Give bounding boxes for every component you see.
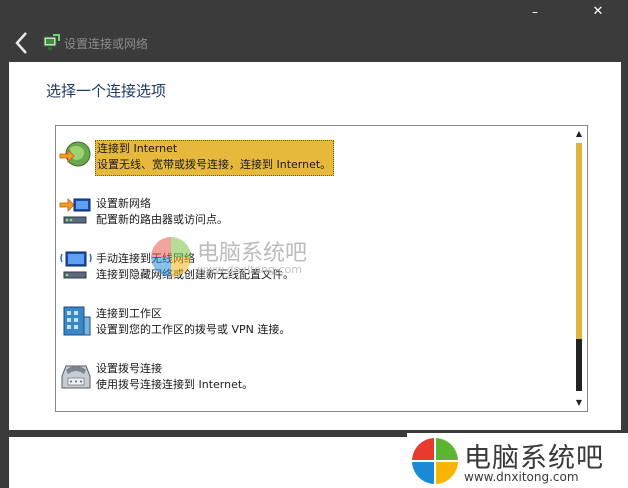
scroll-thumb[interactable]: [576, 143, 582, 339]
window-title: 设置连接或网络: [64, 37, 149, 51]
option-connect-internet[interactable]: 连接到 Internet 设置无线、宽带或拨号连接，连接到 Internet。: [58, 138, 568, 188]
network-setup-icon: [43, 34, 60, 50]
option-description: 设置无线、宽带或拨号连接，连接到 Internet。: [97, 158, 332, 171]
option-text: 连接到工作区 设置到您的工作区的拨号或 VPN 连接。: [96, 306, 290, 338]
title-bar: – ✕ 设置连接或网络: [0, 0, 628, 62]
option-description: 配置新的路由器或访问点。: [96, 213, 228, 226]
scroll-up-arrow-icon[interactable]: ▲: [572, 127, 586, 141]
option-title: 连接到工作区: [96, 307, 162, 320]
wizard-content: 选择一个连接选项 连接到 Internet 设置无线、宽带或拨号连接，连接到 I…: [9, 62, 621, 430]
back-arrow-icon[interactable]: [12, 30, 32, 56]
option-text: 设置新网络 配置新的路由器或访问点。: [96, 196, 228, 228]
option-description: 使用拨号连接连接到 Internet。: [96, 378, 254, 391]
scroll-down-arrow-icon[interactable]: ▼: [572, 396, 586, 410]
watermark-url: www.dnxitong.com: [197, 263, 302, 276]
dialup-modem-icon: [61, 365, 91, 389]
minimize-button[interactable]: –: [523, 4, 547, 20]
workplace-icon: [63, 306, 91, 336]
windows-logo-icon: [412, 438, 458, 484]
watermark-corner: 电脑系统吧 www.dnxitong.com: [407, 433, 628, 488]
option-connect-workplace[interactable]: 连接到工作区 设置到您的工作区的拨号或 VPN 连接。: [58, 303, 568, 353]
new-network-icon: [59, 198, 91, 224]
scroll-track[interactable]: [576, 339, 582, 391]
watermark-url: www.dnxitong.com: [464, 470, 579, 484]
option-description: 设置到您的工作区的拨号或 VPN 连接。: [96, 323, 291, 336]
vertical-scrollbar[interactable]: ▲ ▼: [572, 127, 586, 410]
option-title: 设置新网络: [96, 197, 151, 210]
page-heading: 选择一个连接选项: [46, 82, 167, 100]
option-text: 设置拨号连接 使用拨号连接连接到 Internet。: [96, 361, 253, 393]
wireless-network-icon: [60, 251, 92, 279]
windows-logo-icon: [151, 237, 191, 277]
option-title: 连接到 Internet: [97, 142, 178, 155]
close-button[interactable]: ✕: [586, 4, 610, 20]
watermark-overlay: 电脑系统吧 www.dnxitong.com: [149, 235, 329, 279]
divider: [9, 430, 409, 437]
option-title: 设置拨号连接: [96, 362, 162, 375]
option-dialup[interactable]: 设置拨号连接 使用拨号连接连接到 Internet。: [58, 358, 568, 408]
option-text: 连接到 Internet 设置无线、宽带或拨号连接，连接到 Internet。: [95, 140, 335, 176]
globe-internet-icon: [59, 141, 91, 167]
